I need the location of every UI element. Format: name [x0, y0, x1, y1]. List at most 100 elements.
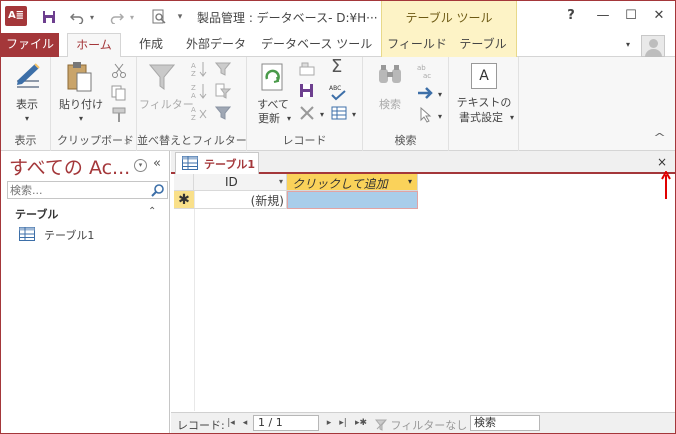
totals-icon[interactable]: Σ — [331, 58, 347, 76]
table-tools-header: テーブル ツール — [381, 1, 517, 33]
next-record-icon[interactable]: ▸ — [323, 416, 335, 430]
record-search-input[interactable]: 検索 — [470, 415, 540, 431]
format-painter-icon[interactable] — [111, 107, 127, 123]
close-window-button[interactable]: ✕ — [645, 5, 673, 27]
refresh-dropdown-icon[interactable]: ▾ — [283, 111, 295, 126]
customize-qat-icon[interactable]: ▾ — [175, 7, 185, 27]
views-group: 表示 ▾ 表示 — [1, 57, 51, 151]
redo-icon[interactable] — [107, 7, 127, 27]
more-dropdown-icon[interactable]: ▾ — [349, 107, 359, 122]
clipboard-launcher-icon[interactable]: ⇲ — [124, 138, 130, 146]
goto-icon[interactable] — [417, 85, 433, 101]
find-button[interactable]: 検索 — [367, 97, 413, 112]
more-records-icon[interactable] — [331, 105, 347, 121]
svg-text:Z: Z — [191, 70, 196, 77]
undo-icon[interactable] — [67, 7, 87, 27]
goto-dropdown-icon[interactable]: ▾ — [435, 87, 445, 102]
text-format-label-line2[interactable]: 書式設定 — [451, 110, 511, 125]
select-all-corner[interactable] — [174, 174, 194, 191]
cell-id-new[interactable]: (新規) — [194, 191, 287, 209]
view-icon[interactable] — [13, 61, 43, 94]
column-dropdown-icon[interactable]: ▾ — [279, 177, 283, 186]
save-icon[interactable] — [39, 7, 59, 27]
minimize-button[interactable]: — — [589, 5, 617, 27]
paste-button[interactable]: 貼り付け — [55, 97, 107, 112]
previous-record-icon[interactable]: ◂ — [239, 416, 251, 430]
paste-icon[interactable] — [65, 61, 93, 96]
cell-click-to-add-new[interactable] — [287, 191, 418, 209]
spelling-icon[interactable]: ABC — [329, 83, 349, 101]
column-header-click-to-add[interactable]: クリックして追加 ▾ — [287, 174, 418, 191]
no-filter-icon — [374, 419, 388, 431]
first-record-icon[interactable]: |◂ — [225, 416, 237, 430]
tab-file[interactable]: ファイル — [1, 33, 59, 57]
new-record-selector[interactable]: ✱ — [174, 191, 194, 209]
tab-fields[interactable]: フィールド — [385, 33, 449, 57]
nav-search-input[interactable] — [10, 183, 148, 197]
nav-pane-title[interactable]: すべての Ac... — [9, 153, 130, 180]
refresh-all-icon[interactable] — [259, 61, 287, 96]
text-format-dropdown-icon[interactable]: ▾ — [507, 110, 517, 125]
shutter-bar-collapse-icon[interactable]: « — [153, 156, 161, 171]
view-button[interactable]: 表示 — [9, 97, 45, 112]
restore-button[interactable]: ☐ — [617, 5, 645, 27]
close-document-button[interactable]: × — [657, 155, 667, 169]
print-preview-icon[interactable] — [149, 7, 169, 27]
nav-group-collapse-icon[interactable]: ⌃ — [148, 206, 156, 217]
save-record-icon[interactable] — [299, 83, 315, 99]
copy-icon[interactable] — [111, 85, 127, 101]
account-dropdown-icon[interactable]: ▾ — [623, 33, 633, 57]
sort-filter-group: フィルター AZ ZA AZ 並べ替えとフィルター — [137, 57, 247, 151]
document-tab-table1[interactable]: テーブル1 — [175, 152, 259, 174]
window-title: 製品管理 : データベース- D:¥H··· — [197, 11, 378, 25]
binoculars-icon[interactable] — [377, 63, 403, 92]
text-format-icon[interactable]: A — [471, 63, 497, 89]
redo-dropdown-icon[interactable]: ▾ — [127, 7, 137, 27]
replace-icon[interactable]: ab ac — [417, 63, 437, 80]
svg-text:Z: Z — [191, 84, 196, 92]
column-dropdown-icon[interactable]: ▾ — [408, 177, 412, 186]
new-record-icon[interactable] — [299, 61, 315, 77]
text-format-label-line1[interactable]: テキストの — [449, 95, 519, 110]
help-button[interactable]: ? — [557, 5, 585, 27]
filter-icon[interactable] — [148, 63, 176, 94]
access-logo-icon[interactable]: A≣ — [5, 6, 27, 26]
new-record-nav-icon[interactable]: ▸✱ — [353, 416, 369, 430]
tab-table[interactable]: テーブル — [453, 33, 513, 57]
datasheet-grid[interactable]: ID ▾ クリックして追加 ▾ ✱ (新規) — [174, 174, 674, 411]
column-header-id[interactable]: ID ▾ — [194, 174, 287, 191]
nav-search-box — [7, 181, 168, 199]
avatar[interactable] — [641, 35, 665, 57]
tab-home[interactable]: ホーム — [67, 33, 121, 58]
view-dropdown-icon[interactable]: ▾ — [17, 111, 37, 126]
tab-database-tools[interactable]: データベース ツール — [261, 33, 372, 57]
record-position-input[interactable]: 1 / 1 — [253, 415, 319, 431]
sort-descending-icon[interactable]: ZA — [191, 83, 207, 100]
select-dropdown-icon[interactable]: ▾ — [435, 109, 445, 124]
tab-external-data[interactable]: 外部データ — [181, 33, 251, 57]
nav-group-tables[interactable]: テーブル — [15, 206, 58, 222]
collapse-ribbon-icon[interactable]: ^ — [653, 131, 666, 144]
toggle-filter-icon[interactable] — [214, 105, 232, 121]
records-group: すべて 更新 ▾ ▾ Σ ABC ▾ レコード — [247, 57, 363, 151]
nav-item-table1[interactable]: テーブル1 — [19, 225, 159, 243]
filter-state-indicator[interactable]: フィルターなし — [374, 417, 467, 433]
nav-menu-dropdown-icon[interactable]: ▾ — [134, 159, 147, 172]
selection-filter-icon[interactable] — [214, 61, 232, 77]
delete-record-icon[interactable] — [299, 105, 315, 121]
datasheet-header: ID ▾ クリックして追加 ▾ — [174, 174, 419, 191]
refresh-all-label-line1[interactable]: すべて — [249, 97, 297, 112]
select-icon[interactable] — [419, 106, 435, 123]
undo-dropdown-icon[interactable]: ▾ — [87, 7, 97, 27]
sort-ascending-icon[interactable]: AZ — [191, 61, 207, 78]
tab-create[interactable]: 作成 — [129, 33, 173, 57]
remove-sort-icon[interactable]: AZ — [191, 105, 207, 122]
cut-icon[interactable] — [111, 63, 127, 79]
search-icon[interactable] — [151, 183, 165, 197]
filter-button[interactable]: フィルター — [139, 97, 194, 112]
nav-item-label: テーブル1 — [44, 229, 95, 242]
advanced-filter-icon[interactable] — [215, 83, 232, 99]
paste-dropdown-icon[interactable]: ▾ — [71, 111, 91, 126]
last-record-icon[interactable]: ▸| — [337, 416, 349, 430]
delete-dropdown-icon[interactable]: ▾ — [317, 107, 327, 122]
